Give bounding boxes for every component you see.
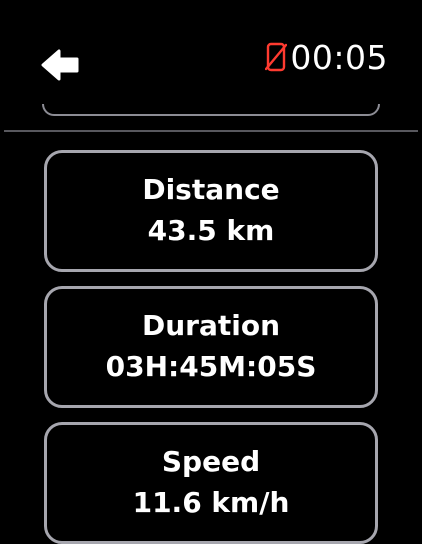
status-bar: 00:05	[265, 36, 388, 78]
metric-value: 11.6 km/h	[132, 486, 290, 519]
scroll-edge-previous-card	[42, 104, 380, 116]
phone-disconnected-icon	[265, 42, 288, 72]
metric-card-duration[interactable]: Duration 03H:45M:05S	[44, 286, 378, 408]
back-button[interactable]	[38, 46, 82, 84]
metric-card-distance[interactable]: Distance 43.5 km	[44, 150, 378, 272]
arrow-left-icon	[41, 49, 79, 81]
metric-label: Distance	[142, 173, 280, 207]
metric-label: Speed	[161, 445, 261, 479]
metric-value: 03H:45M:05S	[105, 350, 317, 383]
metric-value: 43.5 km	[147, 214, 275, 247]
metric-card-speed[interactable]: Speed 11.6 km/h	[44, 422, 378, 544]
clock-time: 00:05	[290, 37, 388, 77]
header-divider	[4, 130, 418, 132]
metric-label: Duration	[141, 309, 281, 343]
